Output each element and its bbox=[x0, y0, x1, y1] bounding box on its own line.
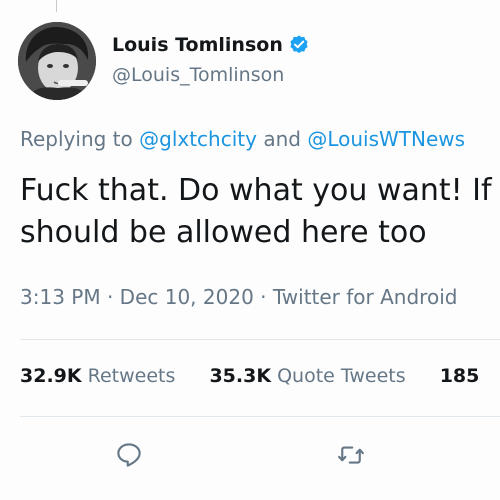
retweet-icon[interactable] bbox=[336, 440, 366, 470]
verified-badge-icon bbox=[288, 34, 310, 56]
quote-tweets-count: 35.3K bbox=[209, 365, 272, 387]
divider bbox=[20, 416, 500, 417]
display-name-row: Louis Tomlinson bbox=[112, 34, 310, 56]
likes-stat[interactable]: 185 bbox=[440, 365, 480, 387]
mention-link-louiswtnews[interactable]: @LouisWTNews bbox=[307, 127, 465, 151]
meta-separator: · bbox=[253, 285, 273, 309]
mention-link-glxtchcity[interactable]: @glxtchcity bbox=[139, 127, 257, 151]
tweet-screenshot: Louis Tomlinson @Louis_Tomlinson Replyin… bbox=[0, 0, 500, 500]
tweet-meta: 3:13 PM · Dec 10, 2020 · Twitter for And… bbox=[20, 285, 457, 309]
display-name[interactable]: Louis Tomlinson bbox=[112, 34, 283, 56]
tweet-date[interactable]: Dec 10, 2020 bbox=[120, 285, 254, 309]
engagement-stats: 32.9K Retweets 35.3K Quote Tweets 185 bbox=[20, 365, 500, 387]
reply-icon[interactable] bbox=[114, 440, 144, 470]
retweets-stat[interactable]: 32.9K Retweets bbox=[20, 365, 175, 387]
user-handle[interactable]: @Louis_Tomlinson bbox=[112, 64, 284, 86]
tweet-text-line-1: Fuck that. Do what you want! If bbox=[20, 173, 492, 208]
replying-to-label: Replying to bbox=[20, 127, 140, 151]
replying-to-conjunction: and bbox=[256, 127, 308, 151]
tweet-time[interactable]: 3:13 PM bbox=[20, 285, 101, 309]
tweet-text-line-2: should be allowed here too bbox=[20, 215, 427, 250]
tweet-actions bbox=[0, 440, 500, 476]
avatar[interactable] bbox=[18, 22, 96, 100]
retweets-count: 32.9K bbox=[20, 365, 82, 387]
replying-to-line: Replying to @glxtchcity and @LouisWTNews bbox=[20, 127, 465, 151]
top-edge-mark bbox=[56, 0, 57, 12]
divider bbox=[20, 339, 500, 340]
quote-tweets-stat[interactable]: 35.3K Quote Tweets bbox=[209, 365, 405, 387]
tweet-client[interactable]: Twitter for Android bbox=[273, 285, 458, 309]
retweets-label: Retweets bbox=[81, 365, 176, 387]
tweet-body: Fuck that. Do what you want! If should b… bbox=[20, 170, 500, 254]
meta-separator: · bbox=[100, 285, 120, 309]
quote-tweets-label: Quote Tweets bbox=[271, 365, 406, 387]
likes-count: 185 bbox=[439, 365, 480, 387]
avatar-photo bbox=[18, 22, 96, 100]
